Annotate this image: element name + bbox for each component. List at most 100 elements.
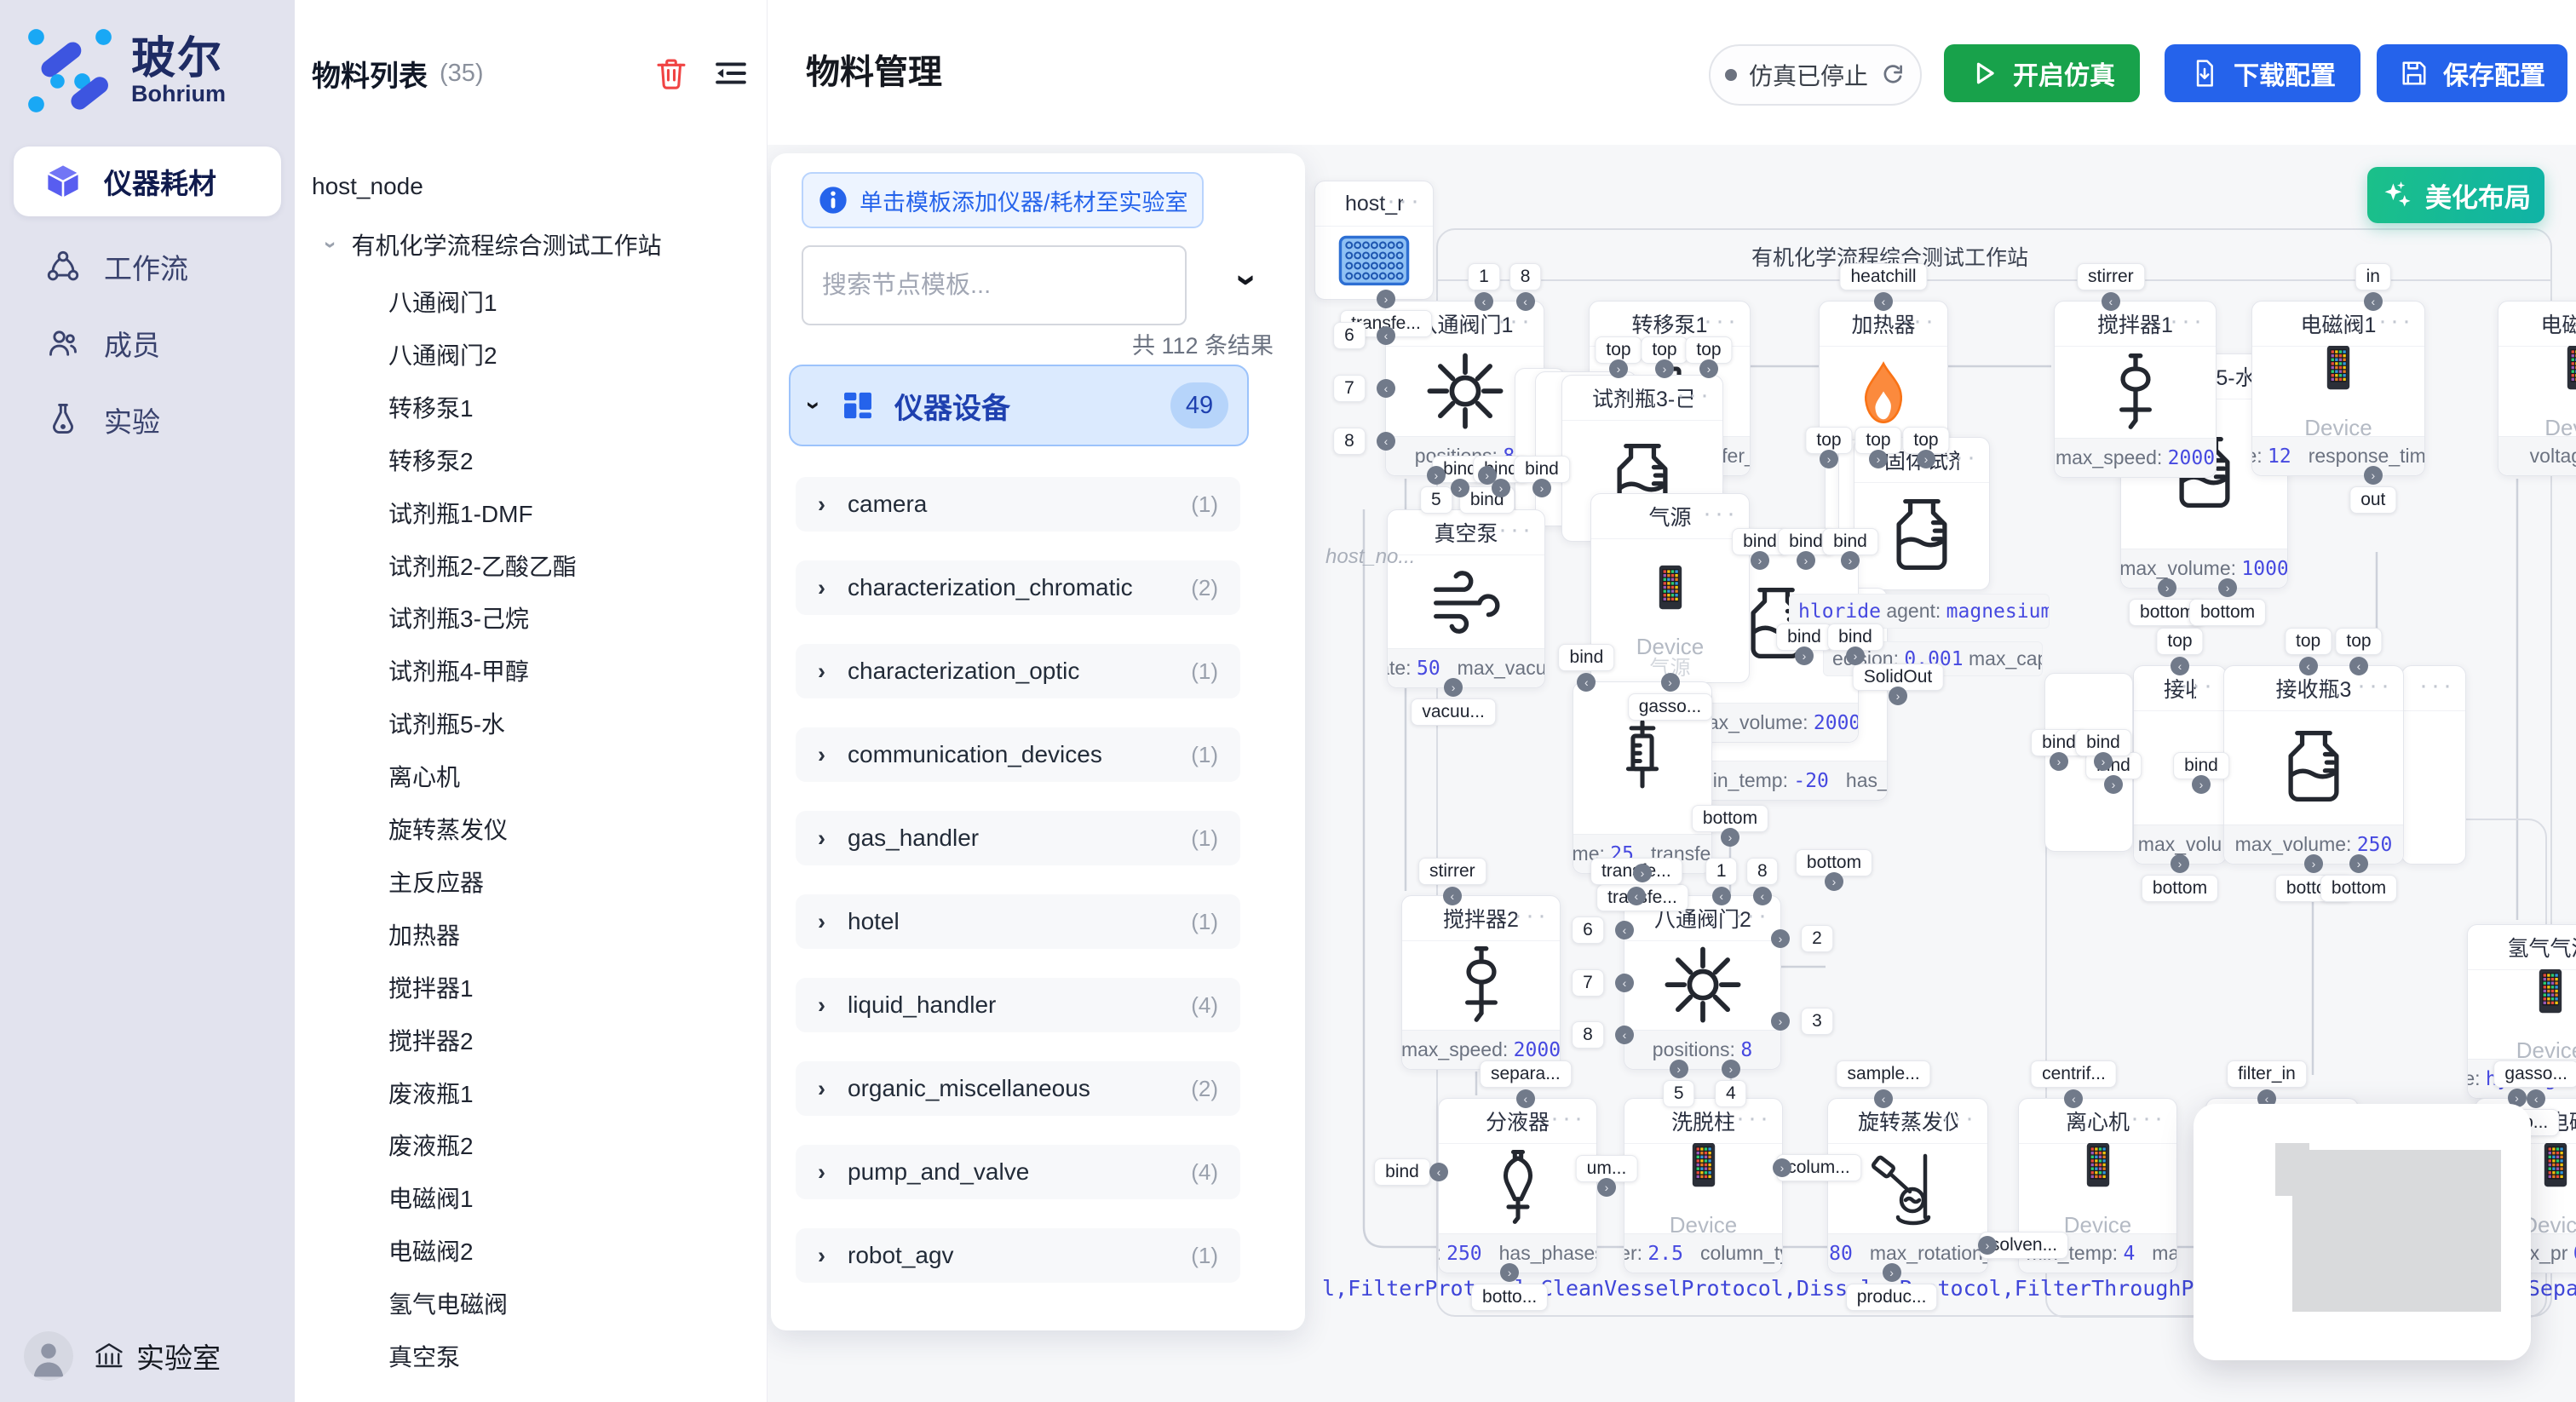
port-chip-bind[interactable]: bind <box>1559 644 1615 671</box>
port-chip-8[interactable]: 8 <box>1572 1021 1604 1049</box>
port-chip-bottom[interactable]: bottom <box>2142 875 2218 902</box>
port-connector-dot[interactable]: › <box>1451 479 1469 497</box>
port-connector-dot[interactable]: › <box>1699 359 1718 378</box>
node-stirrer2[interactable]: 搅拌器2···max_speed: 2000 <box>1401 895 1561 1070</box>
sidebar-item-laboratory[interactable]: 实验室 <box>92 1336 221 1376</box>
collapse-list-icon[interactable] <box>712 55 750 92</box>
port-connector-dot[interactable]: ‹ <box>2171 657 2189 675</box>
sidebar-item-flask[interactable]: 实验 <box>14 385 281 455</box>
port-connector-dot[interactable]: ‹ <box>2299 657 2318 675</box>
port-chip-top[interactable]: top <box>2335 628 2382 655</box>
node-vacuum-pump[interactable]: 真空泵···pump_rate: 50max_vacuum: 0.1 <box>1387 509 1545 688</box>
category-characterization_optic[interactable]: ›characterization_optic(1) <box>796 644 1240 698</box>
sidebar-item-members[interactable]: 成员 <box>14 308 281 378</box>
port-chip-separa[interactable]: separa... <box>1480 1060 1572 1088</box>
port-chip-centrif[interactable]: centrif... <box>2031 1060 2117 1088</box>
tree-item[interactable]: 搅拌器1 <box>295 962 860 1012</box>
node-stirrer1[interactable]: 搅拌器1···max_speed: 2000 <box>2054 301 2217 478</box>
port-chip-stirrer[interactable]: stirrer <box>2077 263 2145 290</box>
refresh-icon[interactable] <box>1880 62 1906 88</box>
tree-item[interactable]: 转移泵2 <box>295 435 860 485</box>
port-connector-dot[interactable]: › <box>1978 1236 1997 1255</box>
port-chip-in[interactable]: in <box>2355 263 2391 290</box>
port-chip-sample[interactable]: sample... <box>1837 1060 1931 1088</box>
beautify-layout-button[interactable]: 美化布局 <box>2367 167 2544 223</box>
port-connector-dot[interactable]: › <box>1841 551 1860 570</box>
tree-item[interactable]: 废液瓶1 <box>295 1068 860 1118</box>
port-connector-dot[interactable]: ‹ <box>1475 292 1493 311</box>
port-chip-8[interactable]: 8 <box>1746 858 1779 885</box>
category-characterization_chromatic[interactable]: ›characterization_chromatic(2) <box>796 560 1240 615</box>
port-connector-dot[interactable]: ‹ <box>1377 379 1395 398</box>
simulation-status-pill[interactable]: 仿真已停止 <box>1709 44 1922 106</box>
tree-item[interactable]: 搅拌器2 <box>295 1015 860 1065</box>
port-connector-dot[interactable]: ‹ <box>1429 1163 1448 1181</box>
sidebar-item-cube[interactable]: 仪器耗材 <box>14 147 281 216</box>
port-connector-dot[interactable]: ‹ <box>1627 887 1646 905</box>
tree-item[interactable]: 废液瓶2 <box>295 1120 860 1169</box>
port-chip-6[interactable]: 6 <box>1572 916 1604 944</box>
node-recv-sliver[interactable]: ··· <box>2401 665 2466 865</box>
port-chip-gasso[interactable]: gasso... <box>2493 1060 2576 1088</box>
port-connector-dot[interactable]: › <box>2364 466 2383 485</box>
port-chip-vacuu[interactable]: vacuu... <box>1411 698 1496 726</box>
port-connector-dot[interactable]: › <box>1820 450 1838 468</box>
port-connector-dot[interactable]: › <box>1722 1060 1740 1078</box>
port-chip-5[interactable]: 5 <box>1663 1080 1695 1107</box>
port-connector-dot[interactable]: › <box>1427 466 1446 485</box>
tree-item[interactable]: 真空泵 <box>295 1331 860 1381</box>
port-connector-dot[interactable]: › <box>1846 646 1865 665</box>
node-valve8-2[interactable]: 八通阀门2···positions: 8 <box>1624 895 1781 1070</box>
port-connector-dot[interactable]: › <box>1917 450 1935 468</box>
port-connector-dot[interactable]: › <box>2218 578 2237 597</box>
category-robot_agv[interactable]: ›robot_agv(1) <box>796 1228 1240 1283</box>
port-connector-dot[interactable]: › <box>1721 828 1739 847</box>
port-connector-dot[interactable]: ‹ <box>1874 292 1893 311</box>
port-chip-1[interactable]: 1 <box>1705 858 1738 885</box>
port-connector-dot[interactable]: ‹ <box>1516 1089 1535 1108</box>
port-chip-out[interactable]: out <box>2349 486 2396 514</box>
port-chip-3[interactable]: 3 <box>1801 1008 1833 1035</box>
port-connector-dot[interactable]: › <box>1492 479 1510 497</box>
port-connector-dot[interactable]: ‹ <box>1615 974 1634 992</box>
port-connector-dot[interactable]: ‹ <box>1615 1026 1634 1044</box>
category-camera[interactable]: ›camera(1) <box>796 477 1240 531</box>
save-config-button[interactable]: 保存配置 <box>2377 44 2567 102</box>
tree-item[interactable]: 电磁阀1 <box>295 1173 860 1222</box>
category-organic_miscellaneous[interactable]: ›organic_miscellaneous(2) <box>796 1061 1240 1116</box>
tree-item[interactable]: 电磁阀2 <box>295 1226 860 1275</box>
port-connector-dot[interactable]: › <box>1797 551 1815 570</box>
node-column[interactable]: 洗脱柱···Devicediameter: 2.5column_type: si <box>1624 1098 1783 1273</box>
node-separator[interactable]: 分液器···volume: 250has_phases: true <box>1438 1098 1597 1273</box>
tree-item[interactable]: 试剂瓶4-甲醇 <box>295 646 860 695</box>
port-connector-dot[interactable]: › <box>1889 687 1907 705</box>
category-pump_and_valve[interactable]: ›pump_and_valve(4) <box>796 1145 1240 1199</box>
port-connector-dot[interactable]: › <box>2171 854 2189 873</box>
node-valve-e2[interactable]: 电磁阀2···Devicevoltage: 12 <box>2498 301 2576 476</box>
port-chip-7[interactable]: 7 <box>1333 375 1366 402</box>
port-connector-dot[interactable]: › <box>1609 359 1628 378</box>
port-chip-bind[interactable]: bind <box>1374 1158 1430 1186</box>
port-connector-dot[interactable]: ‹ <box>2527 1089 2545 1108</box>
port-connector-dot[interactable]: › <box>1444 678 1463 697</box>
port-connector-dot[interactable]: ‹ <box>2349 657 2368 675</box>
port-connector-dot[interactable]: › <box>1773 1158 1791 1177</box>
category-hotel[interactable]: ›hotel(1) <box>796 894 1240 949</box>
tree-item-workstation[interactable]: ›有机化学流程综合测试工作站 <box>295 220 799 269</box>
tree-item[interactable]: 主反应器 <box>295 857 860 906</box>
tree-item[interactable]: 离心机 <box>295 751 860 801</box>
port-chip-5[interactable]: 5 <box>1420 486 1452 514</box>
port-connector-dot[interactable]: › <box>2104 775 2123 794</box>
port-connector-dot[interactable]: ‹ <box>1377 326 1395 345</box>
port-connector-dot[interactable]: › <box>1751 551 1769 570</box>
port-connector-dot[interactable]: › <box>1670 1060 1688 1078</box>
port-connector-dot[interactable]: ‹ <box>1712 887 1731 905</box>
port-connector-dot[interactable]: ‹ <box>1516 292 1535 311</box>
start-simulation-button[interactable]: 开启仿真 <box>1944 44 2140 102</box>
port-connector-dot[interactable]: › <box>1655 359 1674 378</box>
port-chip-filter_in[interactable]: filter_in <box>2227 1060 2307 1088</box>
port-chip-2[interactable]: 2 <box>1801 925 1833 952</box>
port-connector-dot[interactable]: › <box>1825 872 1843 891</box>
port-connector-dot[interactable]: › <box>1532 479 1551 497</box>
port-connector-dot[interactable]: › <box>2349 854 2368 873</box>
